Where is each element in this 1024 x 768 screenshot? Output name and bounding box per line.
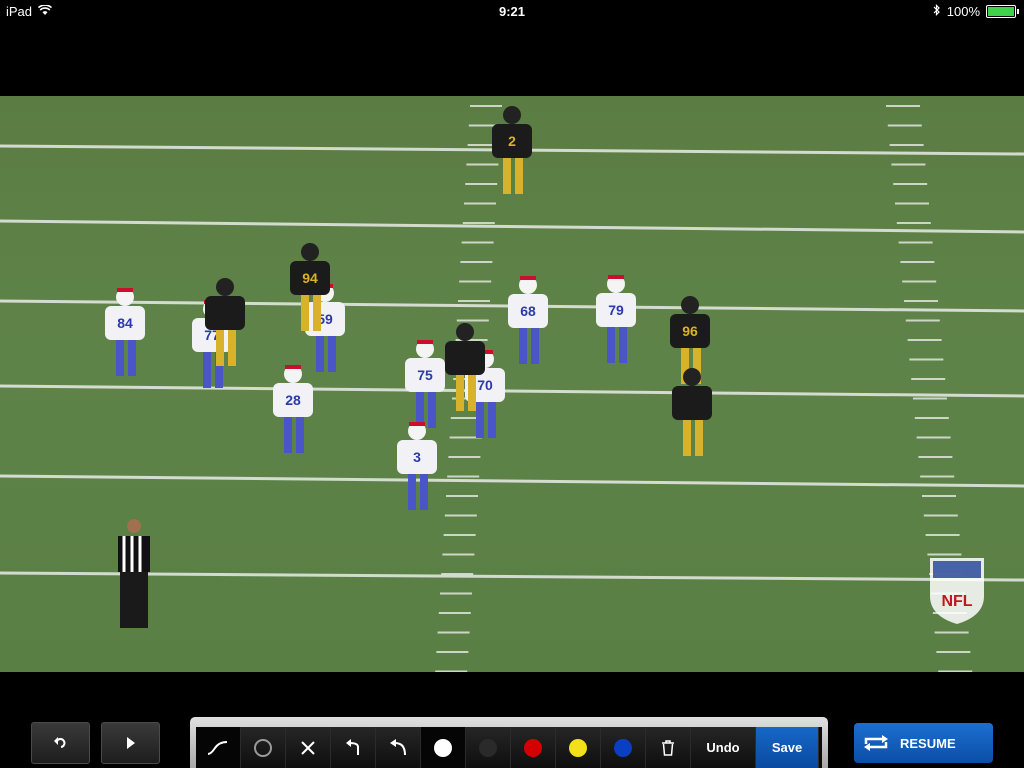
resume-label: RESUME [900, 735, 956, 751]
save-button[interactable]: Save [756, 727, 819, 768]
bluetooth-icon [933, 4, 941, 19]
repeat-icon [864, 735, 888, 751]
tool-x-mark[interactable] [286, 727, 331, 768]
freehand-icon [207, 740, 228, 755]
tool-freehand[interactable] [196, 727, 241, 768]
jersey-number: 94 [302, 270, 318, 286]
jersey-number: 84 [117, 315, 133, 331]
play-icon [126, 737, 135, 749]
arrow-left-curve-icon [390, 738, 406, 755]
video-frame[interactable]: 84 77 59 28 75 70 68 79 3 2 94 96 NFL [0, 96, 1024, 672]
color-swatch [569, 738, 587, 757]
color-swatch [434, 738, 452, 757]
undo-button[interactable]: Undo [691, 727, 756, 768]
status-bar: iPad 9:21 100% [0, 0, 1024, 22]
bills-player: 28 [273, 365, 313, 453]
bills-player: 68 [508, 276, 548, 364]
jersey-number: 96 [682, 323, 698, 339]
arrow-curve-icon [346, 738, 359, 755]
color-swatch [479, 738, 497, 757]
steelers-player: 2 [492, 106, 532, 194]
play-button[interactable] [101, 722, 160, 764]
drawing-toolbar: Undo Save [190, 717, 828, 768]
battery-percent: 100% [946, 4, 980, 19]
bills-player: 59 [305, 284, 345, 372]
color-swatch [614, 738, 632, 757]
x-mark-icon [301, 740, 315, 755]
jersey-number: 3 [413, 449, 421, 465]
color-black[interactable] [466, 727, 511, 768]
color-swatch [524, 738, 542, 757]
battery-icon [986, 5, 1019, 18]
tool-arrow-alt[interactable] [376, 727, 421, 768]
clock: 9:21 [498, 4, 526, 19]
jersey-number: 2 [508, 133, 516, 149]
jersey-number: 79 [608, 302, 624, 318]
back-button[interactable] [31, 722, 90, 764]
bills-player: 75 [405, 340, 445, 428]
steelers-player [672, 368, 712, 456]
jersey-number: 28 [285, 392, 301, 408]
referee [118, 519, 150, 628]
trash-icon [662, 739, 674, 756]
color-white[interactable] [421, 727, 466, 768]
battery-fill [988, 7, 1014, 16]
jersey-number: 68 [520, 303, 536, 319]
tool-circle[interactable] [241, 727, 286, 768]
jersey-number: 70 [477, 377, 493, 393]
bills-player: 79 [596, 275, 636, 363]
bills-player: 3 [397, 422, 437, 510]
resume-button[interactable]: RESUME [854, 723, 993, 763]
nfl-logo: NFL [930, 558, 984, 624]
return-icon [53, 737, 65, 748]
clear-button[interactable] [646, 727, 691, 768]
circle-icon [254, 738, 272, 757]
svg-text:NFL: NFL [941, 593, 972, 610]
football-field: 84775928757068 79329496 NFL [0, 105, 1024, 672]
color-blue[interactable] [601, 727, 646, 768]
tool-arrow[interactable] [331, 727, 376, 768]
jersey-number: 75 [417, 367, 433, 383]
color-red[interactable] [511, 727, 556, 768]
color-yellow[interactable] [556, 727, 601, 768]
